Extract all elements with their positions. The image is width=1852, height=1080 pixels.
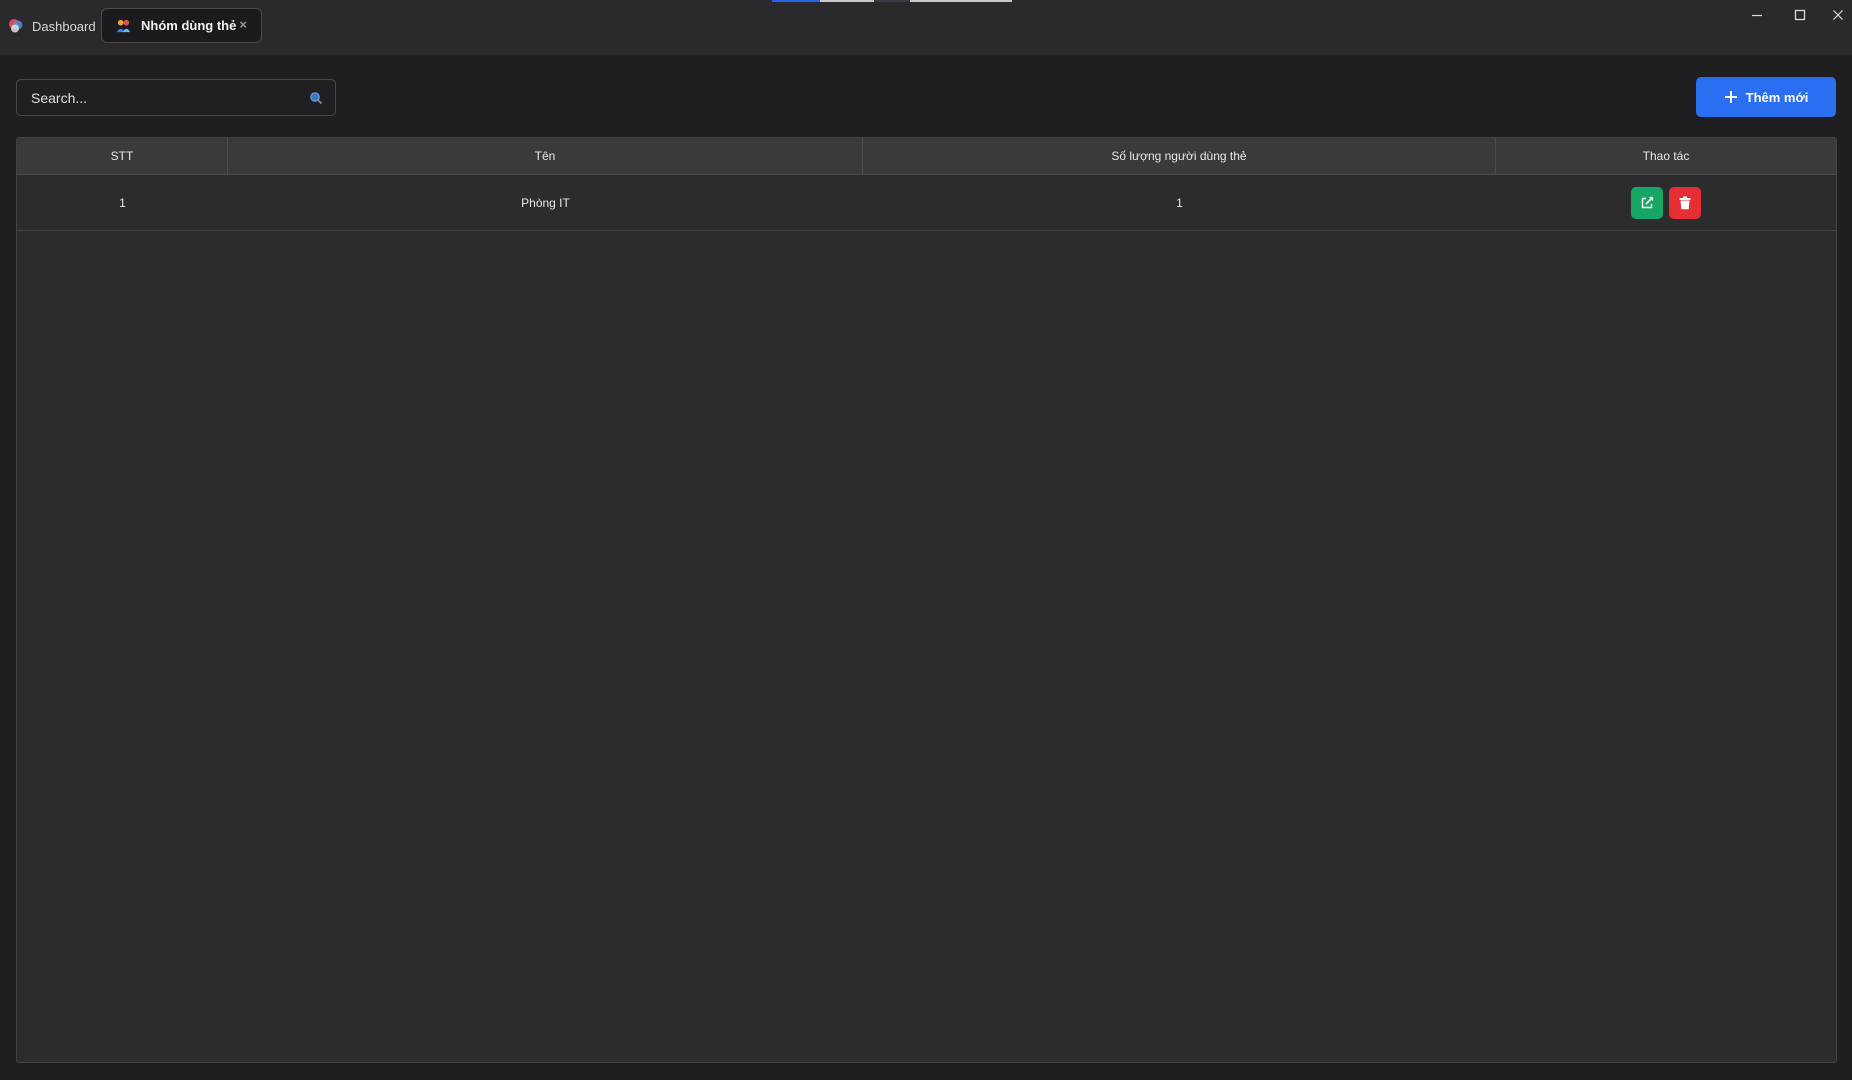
cell-name: Phòng IT [521,195,570,210]
tab-close-icon[interactable]: × [239,18,247,32]
column-header-actions: Thao tác [1642,149,1690,163]
add-new-button[interactable]: Thêm mới [1696,77,1836,117]
tab-nhom-dung-the[interactable]: Nhóm dùng thẻ × [101,8,262,43]
maximize-icon [1794,9,1806,21]
table-row[interactable]: 1 Phòng IT 1 [17,175,1836,231]
cell-stt: 1 [119,195,126,210]
user-group-icon [116,19,131,33]
tab-dashboard[interactable]: Dashboard [8,13,96,39]
app-logo-icon [9,19,23,33]
close-icon [1833,10,1843,20]
column-header-stt[interactable]: STT [17,138,228,174]
maximize-button[interactable] [1785,4,1815,26]
top-indicator [874,0,910,2]
edit-button[interactable] [1631,186,1663,219]
column-header-name[interactable]: Tên [228,138,863,174]
trash-icon [1679,196,1691,209]
search-box [16,79,336,116]
top-indicator [820,0,1012,2]
column-header-count[interactable]: Số lượng người dùng thẻ [863,138,1496,174]
minimize-button[interactable] [1742,4,1772,26]
top-indicator [772,0,820,2]
search-icon[interactable] [309,91,323,105]
plus-icon [1724,91,1737,103]
cell-actions [1496,175,1836,230]
table-header: STT Tên Số lượng người dùng thẻ Thao tác [17,138,1836,175]
delete-button[interactable] [1669,186,1701,219]
minimize-icon [1752,14,1762,17]
title-bar: Dashboard Nhóm dùng thẻ × [0,0,1852,56]
tab-label: Nhóm dùng thẻ [141,18,237,33]
search-input[interactable] [17,80,335,115]
add-new-label: Thêm mới [1745,89,1809,105]
edit-icon [1641,196,1654,208]
close-window-button[interactable] [1823,4,1852,26]
cell-count: 1 [1176,195,1183,210]
data-table: STT Tên Số lượng người dùng thẻ Thao tác… [16,137,1837,1063]
tab-dashboard-label: Dashboard [32,18,96,34]
